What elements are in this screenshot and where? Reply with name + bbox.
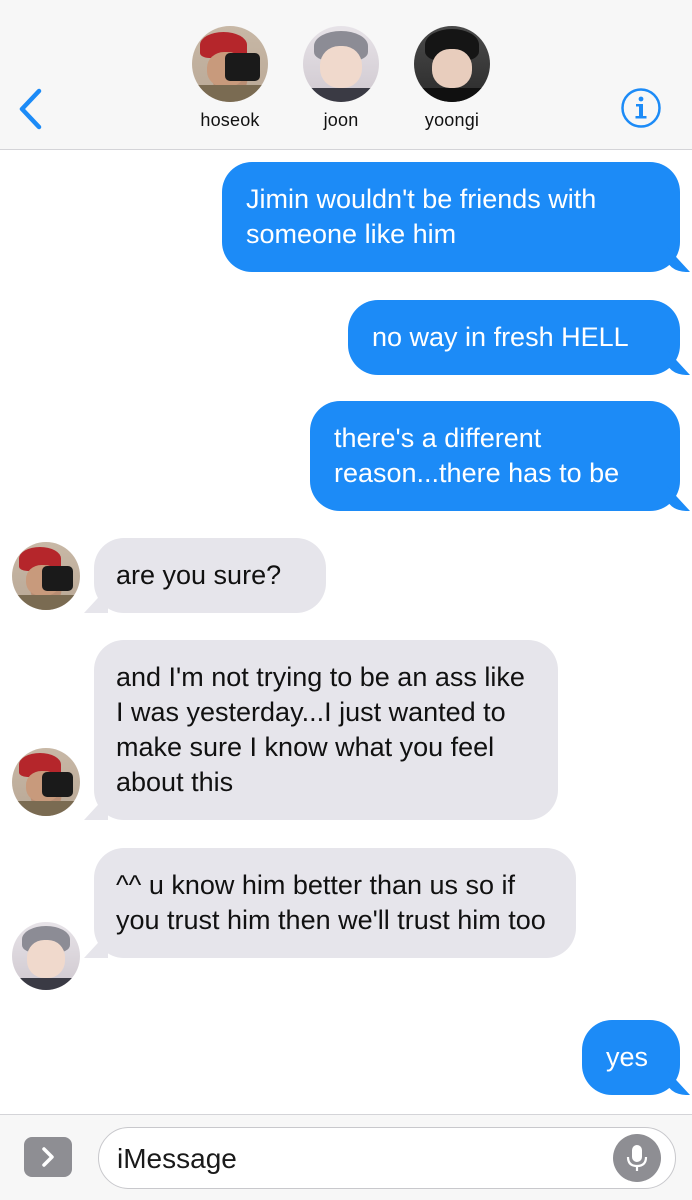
participant-joon[interactable]: joon (286, 26, 396, 131)
info-button[interactable] (620, 87, 662, 129)
sender-avatar-hoseok[interactable] (12, 542, 80, 610)
avatar (192, 26, 268, 102)
outgoing-message-bubble[interactable]: Jimin wouldn't be friends with someone l… (222, 162, 680, 272)
participant-name: yoongi (424, 110, 480, 130)
outgoing-message-bubble[interactable]: there's a different reason...there has t… (310, 401, 680, 511)
dictation-button[interactable] (613, 1134, 661, 1182)
microphone-icon (626, 1145, 648, 1171)
avatar (303, 26, 379, 102)
chevron-left-icon (19, 88, 42, 130)
message-composer (0, 1114, 692, 1200)
sender-avatar-hoseok[interactable] (12, 748, 80, 816)
incoming-message-bubble[interactable]: and I'm not trying to be an ass like I w… (94, 640, 558, 820)
info-icon (621, 88, 661, 128)
participant-name: hoseok (200, 110, 260, 130)
expand-apps-button[interactable] (24, 1137, 72, 1177)
conversation-header: hoseok joon yoongi (0, 0, 692, 150)
incoming-message-bubble[interactable]: are you sure? (94, 538, 326, 613)
sender-avatar-joon[interactable] (12, 922, 80, 990)
participant-hoseok[interactable]: hoseok (175, 26, 285, 131)
outgoing-message-bubble[interactable]: yes (582, 1020, 680, 1095)
incoming-message-bubble[interactable]: ^^ u know him better than us so if you t… (94, 848, 576, 958)
avatar (414, 26, 490, 102)
chevron-right-icon (42, 1147, 54, 1167)
outgoing-message-bubble[interactable]: no way in fresh HELL (348, 300, 680, 375)
message-input[interactable] (117, 1140, 587, 1178)
participant-name: joon (323, 110, 359, 130)
participant-yoongi[interactable]: yoongi (397, 26, 507, 131)
message-field[interactable] (98, 1127, 676, 1189)
back-button[interactable] (10, 85, 50, 133)
